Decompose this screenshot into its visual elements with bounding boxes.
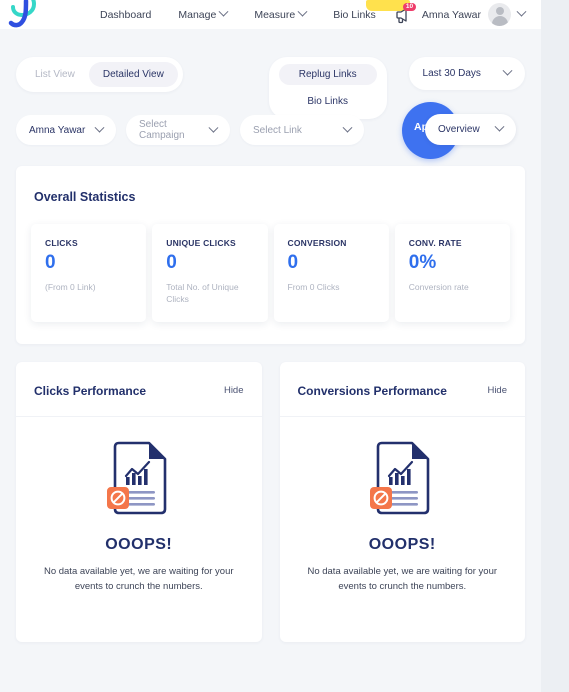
conversions-empty-state: OOOPS! No data available yet, we are wai…: [280, 417, 526, 642]
hide-conversions-performance-button[interactable]: Hide: [487, 385, 507, 396]
toolbar-row: List View Detailed View Replug Links Bio…: [16, 29, 525, 119]
conversions-performance-title: Conversions Performance: [297, 383, 447, 398]
stat-label: CONV. RATE: [408, 238, 462, 248]
card-header: Conversions Performance Hide: [279, 362, 525, 417]
stat-label: CLICKS: [45, 238, 78, 248]
chevron-down-icon: [94, 122, 105, 133]
clicks-empty-message: No data available yet, we are waiting fo…: [43, 565, 234, 592]
stat-card-conversion-rate: CONV. RATE 0% Conversion rate: [394, 224, 510, 322]
nav-label: Bio Links: [333, 8, 376, 21]
hide-clicks-performance-button[interactable]: Hide: [224, 385, 244, 396]
chevron-down-icon: [218, 6, 229, 17]
clicks-empty-state: OOOPS! No data available yet, we are wai…: [16, 417, 262, 642]
link-select-value: Select Link: [253, 124, 302, 136]
page-content: List View Detailed View Replug Links Bio…: [0, 29, 541, 692]
campaign-select[interactable]: Select Campaign: [126, 115, 230, 145]
stat-value: 0: [166, 252, 177, 273]
stat-label: UNIQUE CLICKS: [166, 238, 236, 248]
stat-sublabel: (From 0 Link): [45, 281, 96, 292]
stat-value: 0%: [408, 252, 437, 273]
clicks-empty-title: OOOPS!: [105, 535, 173, 553]
link-select[interactable]: Select Link: [240, 115, 364, 145]
stat-card-clicks: CLICKS 0 (From 0 Link): [31, 224, 147, 322]
chevron-down-icon: [342, 122, 353, 133]
no-data-document-icon: [370, 441, 434, 524]
view-mode-toggle: List View Detailed View: [16, 57, 183, 92]
conversions-empty-title: OOOPS!: [368, 535, 436, 553]
replug-logo-icon[interactable]: [0, 0, 46, 29]
workspace-select-value: Amna Yawar: [29, 124, 86, 136]
filters-row: Amna Yawar Select Campaign Select Link A…: [16, 102, 525, 159]
user-name-label: Amna Yawar: [421, 8, 481, 21]
chevron-down-icon: [494, 121, 505, 132]
stat-value: 0: [45, 252, 56, 273]
stat-card-unique-clicks: UNIQUE CLICKS 0 Total No. of Unique Clic…: [152, 224, 268, 322]
stat-label: CONVERSION: [287, 238, 347, 248]
overall-statistics-title: Overall Statistics: [34, 190, 136, 204]
view-toggle-list[interactable]: List View: [21, 62, 89, 87]
stat-card-conversion: CONVERSION 0 From 0 Clicks: [273, 224, 389, 322]
user-avatar-icon[interactable]: [488, 3, 511, 26]
performance-cards-row: Clicks Performance Hide OOOPS! No data a…: [16, 361, 526, 642]
notification-count-badge: 10: [402, 2, 417, 11]
nav-label: Manage: [178, 8, 217, 21]
nav-item-manage[interactable]: Manage: [178, 6, 229, 21]
view-toggle-detailed[interactable]: Detailed View: [88, 62, 178, 87]
header-right-section: 10 Amna Yawar: [394, 2, 541, 26]
overall-statistics-card: Overall Statistics CLICKS 0 (From 0 Link…: [16, 166, 525, 344]
stat-sublabel: From 0 Clicks: [287, 281, 340, 292]
nav-item-bio-links[interactable]: Bio Links: [333, 0, 410, 21]
workspace-select[interactable]: Amna Yawar: [16, 115, 116, 145]
chevron-down-icon[interactable]: [516, 6, 527, 17]
date-range-dropdown[interactable]: Last 30 Days: [408, 57, 525, 90]
clicks-performance-card: Clicks Performance Hide OOOPS! No data a…: [16, 361, 262, 642]
stat-sublabel: Conversion rate: [408, 281, 469, 292]
conversions-performance-card: Conversions Performance Hide OOOPS! No d…: [279, 361, 526, 642]
campaign-select-value: Select Campaign: [139, 119, 185, 141]
main-nav: Dashboard Manage Measure Bio Links: [100, 0, 410, 21]
nav-item-measure[interactable]: Measure: [254, 6, 308, 21]
no-data-document-icon: [106, 441, 171, 524]
nav-label: Measure: [254, 8, 296, 21]
link-type-bio-links[interactable]: Bio Links: [279, 91, 377, 112]
nav-item-dashboard[interactable]: Dashboard: [100, 9, 151, 21]
top-navigation-bar: Dashboard Manage Measure Bio Links 10 Am…: [0, 0, 541, 29]
chevron-down-icon: [297, 6, 308, 17]
overview-dropdown[interactable]: Overview: [425, 114, 516, 145]
analytics-dashboard: Dashboard Manage Measure Bio Links 10 Am…: [0, 0, 569, 692]
conversions-empty-message: No data available yet, we are waiting fo…: [307, 565, 498, 592]
stat-sublabel: Total No. of Unique Clicks: [166, 281, 239, 305]
overview-dropdown-value: Overview: [438, 124, 480, 135]
chevron-down-icon: [502, 65, 513, 76]
nav-label: Dashboard: [100, 8, 152, 21]
statistics-grid: CLICKS 0 (From 0 Link) UNIQUE CLICKS 0 T…: [16, 224, 525, 344]
stat-value: 0: [287, 252, 299, 273]
card-header: Clicks Performance Hide: [16, 362, 262, 417]
link-type-replug-links[interactable]: Replug Links: [278, 64, 377, 85]
clicks-performance-title: Clicks Performance: [34, 383, 147, 398]
date-range-value: Last 30 Days: [422, 68, 481, 79]
megaphone-icon[interactable]: 10: [394, 2, 417, 24]
